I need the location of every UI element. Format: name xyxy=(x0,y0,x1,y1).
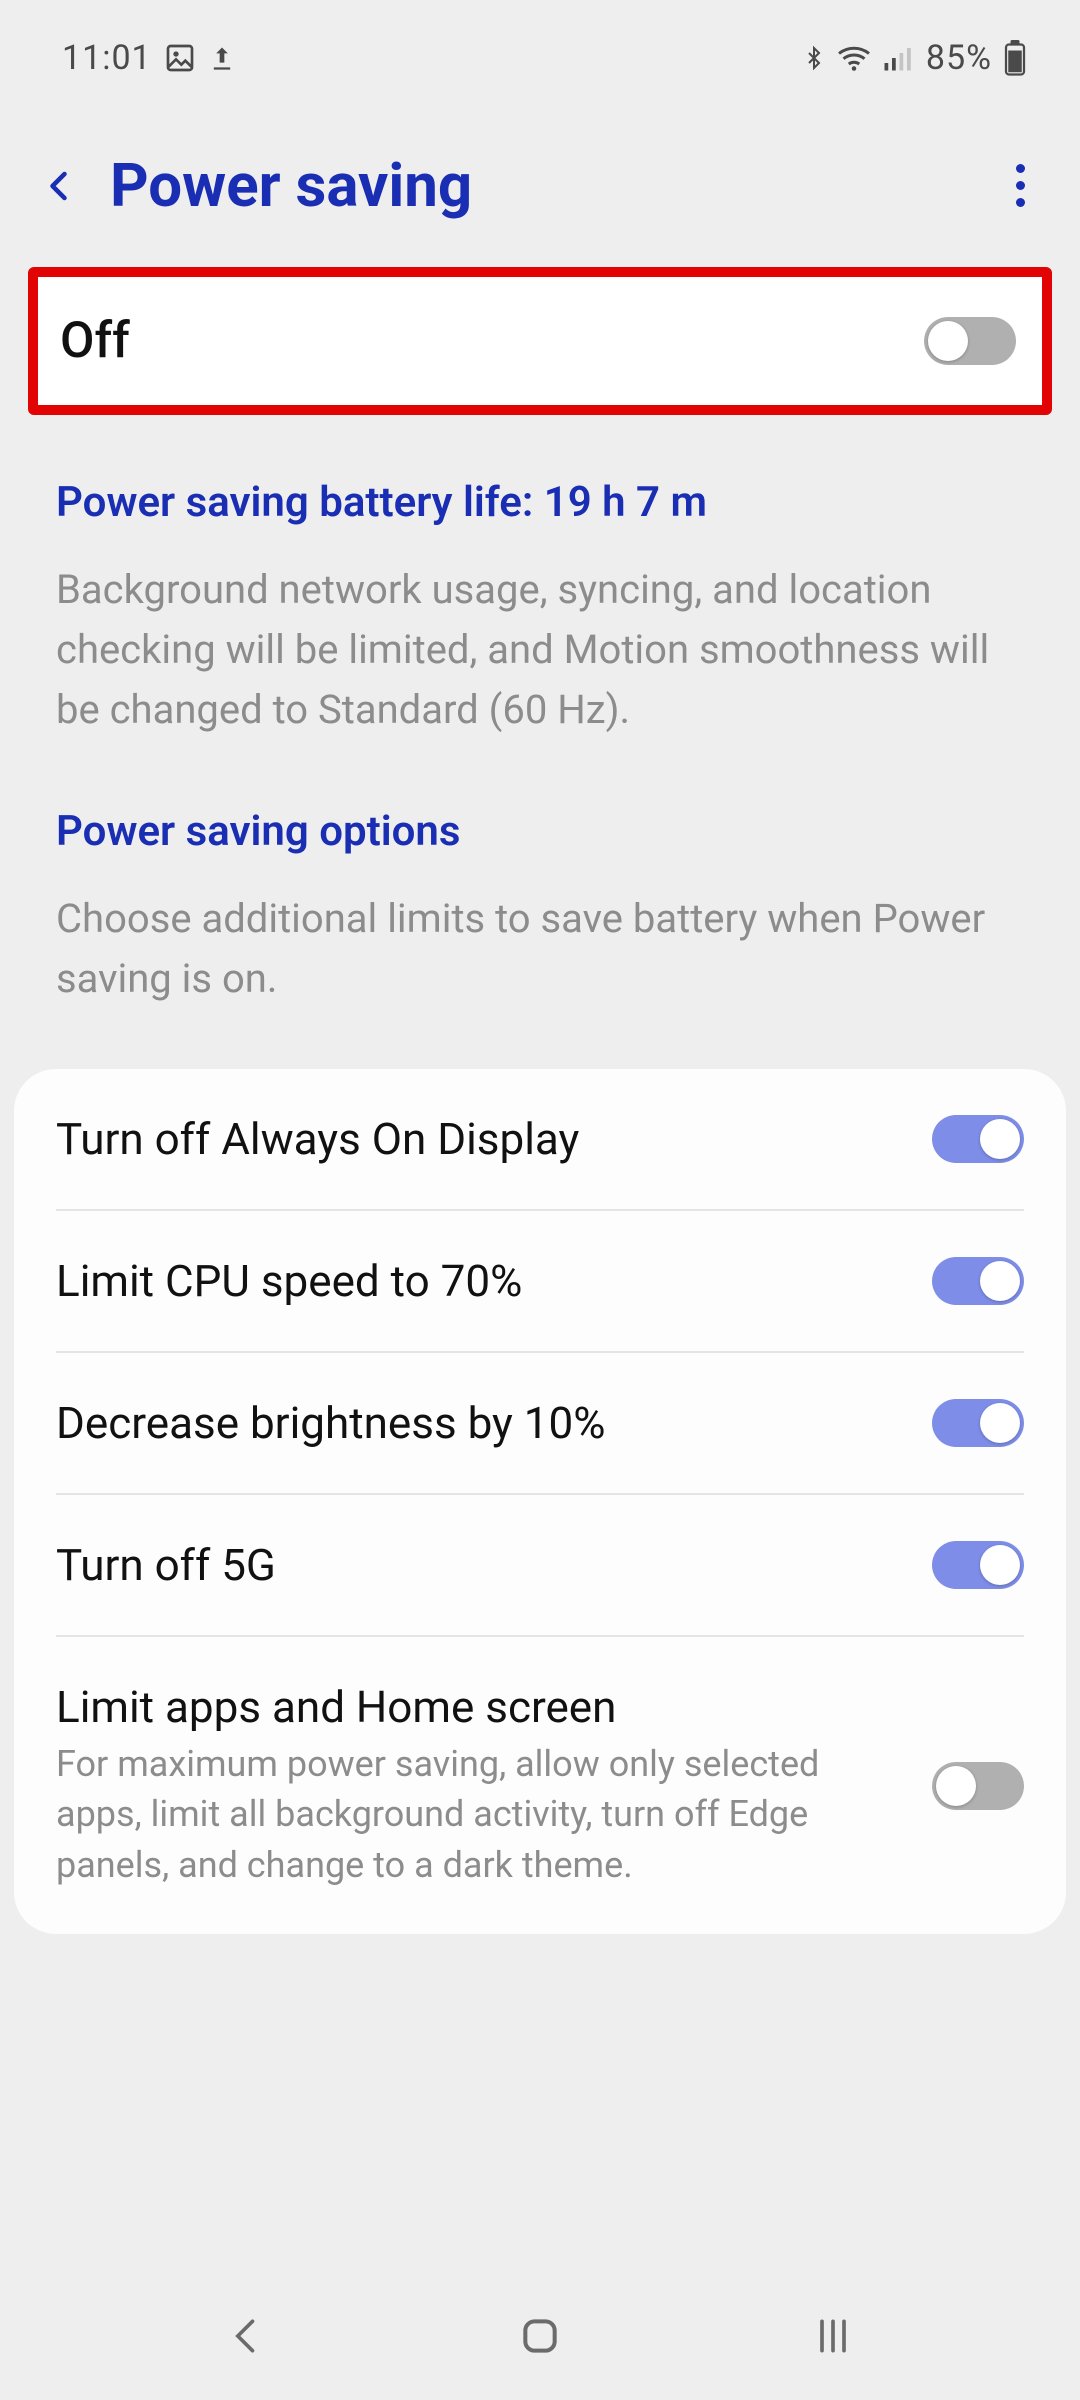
option-label: Turn off Always On Display xyxy=(56,1113,908,1165)
battery-life-section: Power saving battery life: 19 h 7 m Back… xyxy=(0,443,1080,772)
nav-recents-button[interactable] xyxy=(793,2306,873,2366)
wifi-icon xyxy=(836,43,872,73)
status-bar: 11:01 85% xyxy=(0,0,1080,90)
option-label: Decrease brightness by 10% xyxy=(56,1397,908,1449)
battery-icon xyxy=(1002,40,1028,76)
option-turn-off-5g[interactable]: Turn off 5G xyxy=(56,1495,1024,1637)
upload-icon xyxy=(208,42,236,74)
option-sublabel: For maximum power saving, allow only sel… xyxy=(56,1733,908,1890)
status-time: 11:01 xyxy=(62,38,152,78)
power-saving-toggle[interactable] xyxy=(924,317,1016,365)
battery-life-description: Background network usage, syncing, and l… xyxy=(56,544,1024,772)
option-label: Turn off 5G xyxy=(56,1539,908,1591)
nav-home-button[interactable] xyxy=(500,2306,580,2366)
bluetooth-icon xyxy=(802,42,826,74)
option-toggle-limit-cpu[interactable] xyxy=(932,1257,1024,1305)
option-decrease-brightness[interactable]: Decrease brightness by 10% xyxy=(56,1353,1024,1495)
screen-header: Power saving xyxy=(0,90,1080,261)
power-saving-options-list: Turn off Always On Display Limit CPU spe… xyxy=(14,1069,1066,1934)
more-options-button[interactable] xyxy=(990,156,1050,216)
back-button[interactable] xyxy=(30,156,90,216)
options-intro-section: Power saving options Choose additional l… xyxy=(0,772,1080,1041)
option-toggle-always-on-display[interactable] xyxy=(932,1115,1024,1163)
nav-back-button[interactable] xyxy=(207,2306,287,2366)
power-saving-state-label: Off xyxy=(60,312,130,370)
option-toggle-decrease-brightness[interactable] xyxy=(932,1399,1024,1447)
option-limit-cpu[interactable]: Limit CPU speed to 70% xyxy=(56,1211,1024,1353)
page-title: Power saving xyxy=(110,150,970,221)
option-label: Limit apps and Home screen xyxy=(56,1681,908,1733)
image-icon xyxy=(164,42,196,74)
status-battery-percent: 85% xyxy=(926,38,992,78)
signal-icon xyxy=(882,43,912,73)
option-toggle-turn-off-5g[interactable] xyxy=(932,1541,1024,1589)
option-limit-apps-home[interactable]: Limit apps and Home screen For maximum p… xyxy=(56,1637,1024,1934)
option-always-on-display[interactable]: Turn off Always On Display xyxy=(56,1069,1024,1211)
system-nav-bar xyxy=(0,2280,1080,2400)
power-saving-master-toggle-row[interactable]: Off xyxy=(28,267,1052,415)
options-heading[interactable]: Power saving options xyxy=(56,772,1024,873)
options-description: Choose additional limits to save battery… xyxy=(56,873,1024,1041)
battery-life-heading[interactable]: Power saving battery life: 19 h 7 m xyxy=(56,443,1024,544)
option-label: Limit CPU speed to 70% xyxy=(56,1255,908,1307)
option-toggle-limit-apps-home[interactable] xyxy=(932,1762,1024,1810)
